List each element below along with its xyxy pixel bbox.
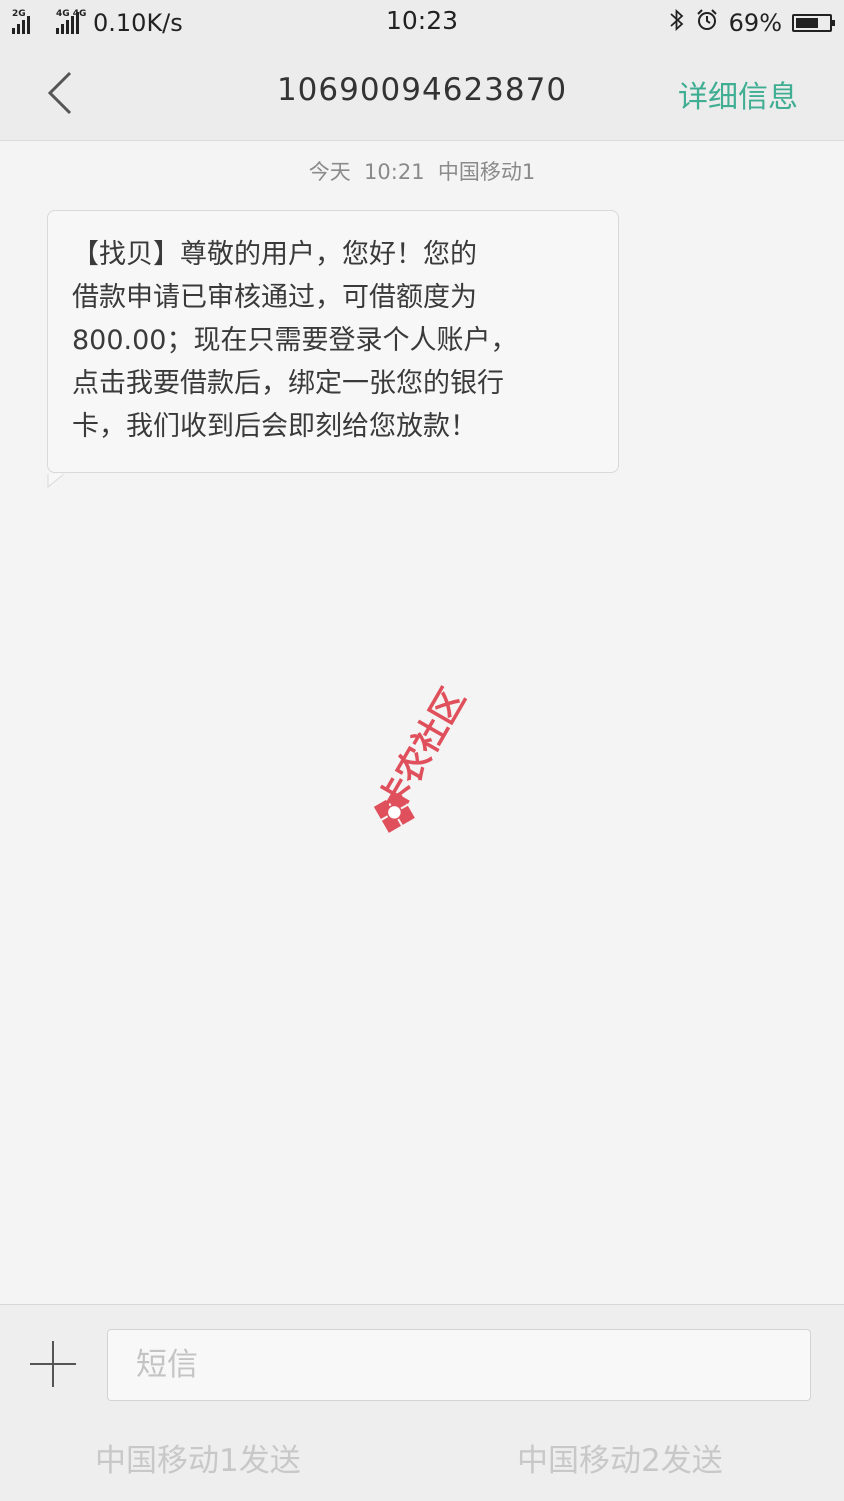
status-bar: 2G 4G 4G 0.10K/s 10:23 69% [0, 0, 844, 46]
send-sim1-button[interactable]: 中国移动1发送 [95, 1435, 301, 1480]
details-button[interactable]: 详细信息 [678, 72, 798, 116]
watermark-logo: 卡农社区 [355, 662, 495, 842]
watermark-text: 卡农社区 [371, 682, 474, 820]
battery-fill [796, 18, 819, 28]
message-line: 借款申请已审核通过，可借额度为 [72, 282, 477, 313]
message-line: 点击我要借款后，绑定一张您的银行 [72, 368, 504, 399]
bubble-tail [47, 474, 65, 488]
message-line: 【找贝】尊敬的用户，您好！您的 [72, 239, 477, 270]
conversation-header: 10690094623870 详细信息 [0, 46, 844, 141]
message-bubble[interactable]: 【找贝】尊敬的用户，您好！您的 借款申请已审核通过，可借额度为 800.00；现… [47, 210, 619, 473]
message-input[interactable] [107, 1329, 811, 1401]
message-timestamp: 今天 10:21 中国移动1 [308, 160, 536, 184]
alarm-icon [695, 8, 719, 38]
send-sim2-button[interactable]: 中国移动2发送 [517, 1435, 723, 1480]
message-line: 800.00；现在只需要登录个人账户， [72, 325, 518, 356]
attach-button[interactable] [30, 1341, 76, 1387]
composer-bar: 中国移动1发送 中国移动2发送 [0, 1304, 844, 1501]
status-right: 69% [669, 6, 835, 40]
message-line: 卡，我们收到后会即刻给您放款！ [72, 411, 477, 442]
bluetooth-icon [669, 8, 685, 38]
battery-percent: 69% [728, 9, 782, 37]
battery-icon [792, 14, 835, 32]
